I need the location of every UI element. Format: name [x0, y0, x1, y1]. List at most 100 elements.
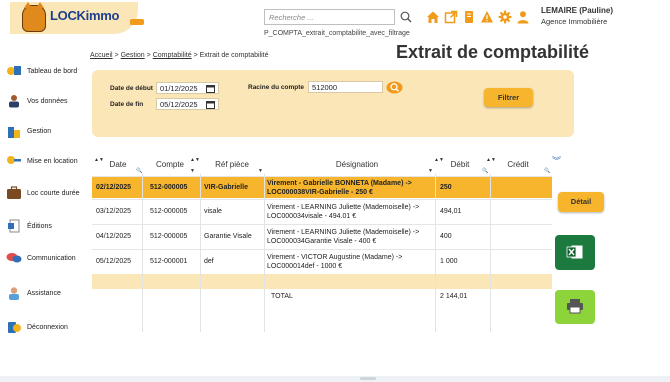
breadcrumb-home[interactable]: Accueil	[90, 52, 113, 59]
breadcrumb-gestion[interactable]: Gestion	[121, 52, 145, 59]
cell-compte: 512-000005	[150, 208, 188, 215]
table-row[interactable]: 05/12/2025 512-000001 def Virement - VIC…	[92, 249, 552, 273]
app-logo[interactable]: LOCKimmo	[10, 2, 144, 34]
sidebar-item-gestion[interactable]: Gestion	[6, 124, 51, 138]
column-divider	[490, 174, 491, 332]
files-icon[interactable]	[461, 9, 476, 25]
calendar-icon[interactable]	[206, 84, 215, 93]
user-icon	[6, 94, 22, 108]
cell-debit: 400	[440, 233, 452, 240]
sidebar-item-mise-en-location[interactable]: Mise en location	[6, 154, 78, 168]
breadcrumb-separator: >	[193, 52, 198, 59]
filter-search-icon[interactable]: 🔍	[544, 168, 550, 174]
page-title: Extrait de comptabilité	[396, 42, 590, 62]
expand-chevron-icon[interactable]: ︾	[552, 154, 561, 167]
cell-date: 02/12/2025	[96, 184, 132, 191]
user-account-icon[interactable]	[515, 9, 530, 25]
alert-icon[interactable]	[479, 9, 494, 25]
cell-ref: VIR-Gabrielle	[204, 184, 248, 191]
dashboard-icon	[6, 64, 22, 78]
cat-mascot-icon	[22, 2, 46, 32]
cell-ref: visale	[204, 208, 222, 215]
racine-search-button[interactable]	[386, 81, 403, 94]
total-row: TOTAL 2 144,01	[92, 289, 552, 304]
excel-export-button[interactable]	[555, 235, 595, 270]
breadcrumb-comptabilite[interactable]: Comptabilité	[153, 52, 192, 59]
sidebar-item-label: Mise en location	[27, 157, 78, 165]
external-link-icon[interactable]	[443, 9, 458, 25]
detail-button[interactable]: Détail	[558, 192, 604, 212]
column-divider	[264, 174, 265, 332]
table-row[interactable]: 04/12/2025 512-000005 Garantie Visale Vi…	[92, 224, 552, 248]
filter-dropdown-icon[interactable]: ▼	[258, 168, 263, 174]
cell-designation: Virement - LEARNING Juliette (Mademoisel…	[267, 228, 420, 245]
printer-icon	[566, 298, 584, 316]
sidebar-item-assistance[interactable]: Assistance	[6, 286, 61, 300]
sort-icon[interactable]: ▲▼	[190, 157, 200, 163]
sidebar-item-loc-courte-duree[interactable]: Loc courte durée	[6, 186, 80, 200]
cell-ref: def	[204, 258, 214, 265]
sort-icon[interactable]: ▲▼	[434, 157, 444, 163]
total-label: TOTAL	[271, 293, 293, 300]
table-row[interactable]: 02/12/2025 512-000005 VIR-Gabrielle Vire…	[92, 176, 552, 198]
breadcrumb: Accueil > Gestion > Comptabilité > Extra…	[90, 52, 269, 59]
sidebar-item-editions[interactable]: Éditions	[6, 219, 52, 233]
buildings-icon	[6, 124, 22, 138]
empty-row	[92, 274, 552, 289]
sidebar-item-label: Vos données	[27, 97, 68, 105]
column-divider	[142, 174, 143, 332]
sidebar-item-vos-donnees[interactable]: Vos données	[6, 94, 67, 108]
search-input[interactable]: Recherche ...	[264, 9, 395, 25]
key-icon	[6, 154, 22, 168]
logout-icon	[6, 320, 22, 334]
cell-date: 04/12/2025	[96, 233, 132, 240]
sort-icon[interactable]: ▲▼	[486, 157, 496, 163]
search-icon[interactable]	[400, 11, 412, 23]
filter-button[interactable]: Filtrer	[484, 88, 533, 107]
home-icon[interactable]	[425, 9, 440, 25]
sidebar-item-label: Éditions	[27, 222, 52, 230]
cell-compte: 512-000005	[150, 233, 188, 240]
col-header-designation[interactable]: Désignation	[312, 160, 402, 169]
table-row[interactable]: 03/12/2025 512-000005 visale Virement - …	[92, 199, 552, 223]
sidebar-item-deconnexion[interactable]: Déconnexion	[6, 320, 68, 334]
logo-text: LOCKimmo	[50, 8, 120, 23]
user-name: LEMAIRE (Pauline)	[541, 6, 614, 15]
col-header-ref[interactable]: Réf pièce	[202, 160, 262, 169]
support-icon	[6, 286, 22, 300]
print-button[interactable]	[555, 290, 595, 324]
cell-debit: 494,01	[440, 208, 462, 215]
col-header-debit[interactable]: Débit	[442, 160, 478, 169]
cell-debit: 1 000	[440, 258, 458, 265]
suitcase-icon	[6, 186, 22, 200]
total-debit: 2 144,01	[440, 293, 468, 300]
filter-search-icon[interactable]: 🔍	[482, 168, 488, 174]
calendar-icon[interactable]	[206, 100, 215, 109]
col-header-compte[interactable]: Compte	[150, 160, 190, 169]
sidebar-item-label: Gestion	[27, 127, 52, 135]
breadcrumb-separator: >	[114, 52, 119, 59]
settings-gear-icon[interactable]	[497, 9, 512, 25]
user-agency: Agence Immobilière	[541, 17, 608, 26]
cell-compte: 512-000001	[150, 258, 188, 265]
cell-ref: Garantie Visale	[204, 233, 252, 240]
racine-label: Racine du compte	[248, 84, 304, 91]
column-divider	[435, 174, 436, 332]
filter-dropdown-icon[interactable]: ▼	[428, 168, 433, 174]
sidebar-item-label: Tableau de bord	[27, 67, 78, 75]
logo-tag	[130, 19, 144, 25]
filter-dropdown-icon[interactable]: ▼	[190, 168, 195, 174]
sidebar-item-communication[interactable]: Communication	[6, 251, 76, 265]
sort-icon[interactable]: ▲▼	[94, 157, 104, 163]
racine-input[interactable]: 512000	[308, 81, 383, 93]
sidebar-item-dashboard[interactable]: Tableau de bord	[6, 64, 77, 78]
col-header-credit[interactable]: Crédit	[498, 160, 538, 169]
top-toolbar	[425, 9, 530, 25]
cell-debit: 250	[440, 184, 452, 191]
page-code: P_COMPTA_extrait_comptabilite_avec_filtr…	[264, 30, 410, 37]
column-divider	[200, 174, 201, 332]
bottom-scrollbar[interactable]	[0, 376, 670, 382]
table-header: Date Compte Réf pièce Désignation Débit …	[92, 156, 552, 174]
cell-date: 05/12/2025	[96, 258, 132, 265]
sidebar-item-label: Assistance	[27, 289, 61, 297]
